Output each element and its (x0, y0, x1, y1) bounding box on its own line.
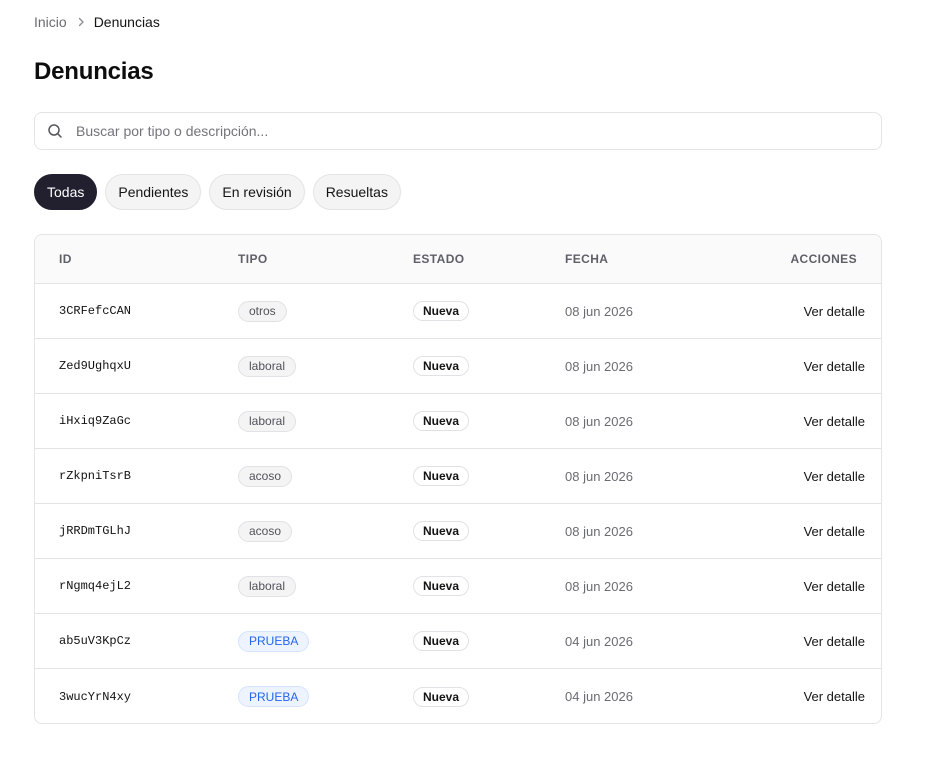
view-detail-link[interactable]: Ver detalle (804, 304, 865, 319)
row-date: 08 jun 2026 (565, 413, 633, 429)
tipo-badge: PRUEBA (238, 686, 310, 707)
breadcrumb-current: Denuncias (93, 14, 160, 30)
filter-todas[interactable]: Todas (34, 174, 98, 210)
table-row: iHxiq9ZaGc laboral Nueva 08 jun 2026 Ver… (35, 394, 881, 449)
view-detail-link[interactable]: Ver detalle (804, 469, 865, 484)
filter-en-revision[interactable]: En revisión (209, 174, 305, 210)
table-header: ID TIPO ESTADO FECHA ACCIONES (35, 235, 881, 284)
status-badge: Nueva (413, 356, 470, 376)
status-badge: Nueva (413, 301, 470, 321)
status-badge: Nueva (413, 411, 470, 431)
page-title: Denuncias (34, 58, 154, 85)
search-icon (47, 123, 63, 139)
view-detail-link[interactable]: Ver detalle (804, 634, 865, 649)
row-date: 04 jun 2026 (565, 689, 633, 704)
row-id: 3wucYrN4xy (59, 689, 132, 704)
table-row: Zed9UghqxU laboral Nueva 08 jun 2026 Ver… (35, 339, 881, 394)
chevron-right-icon (74, 15, 88, 29)
filter-pendientes[interactable]: Pendientes (105, 174, 202, 210)
search-bar (34, 112, 882, 150)
table-row: ab5uV3KpCz PRUEBA Nueva 04 jun 2026 Ver … (35, 614, 881, 669)
status-badge: Nueva (413, 521, 470, 541)
tipo-badge: laboral (238, 355, 297, 377)
row-id: rZkpniTsrB (59, 469, 132, 483)
row-id: 3CRFefcCAN (59, 304, 132, 318)
column-header-fecha: FECHA (565, 252, 609, 266)
table-row: 3CRFefcCAN otros Nueva 08 jun 2026 Ver d… (35, 284, 881, 339)
view-detail-link[interactable]: Ver detalle (804, 524, 865, 539)
row-id: iHxiq9ZaGc (59, 414, 132, 428)
column-header-id: ID (59, 252, 72, 266)
table-row: rNgmq4ejL2 laboral Nueva 08 jun 2026 Ver… (35, 559, 881, 614)
tipo-badge: PRUEBA (238, 630, 310, 652)
status-badge: Nueva (413, 686, 470, 707)
row-date: 08 jun 2026 (565, 303, 633, 319)
status-badge: Nueva (413, 466, 470, 486)
column-header-tipo: TIPO (238, 252, 268, 266)
column-header-estado: ESTADO (413, 252, 465, 266)
view-detail-link[interactable]: Ver detalle (804, 579, 865, 594)
column-header-acciones: ACCIONES (790, 252, 857, 266)
row-date: 08 jun 2026 (565, 358, 633, 374)
filter-tabs: Todas Pendientes En revisión Resueltas (34, 174, 401, 210)
breadcrumb-home-link[interactable]: Inicio (34, 14, 67, 30)
row-date: 08 jun 2026 (565, 578, 633, 594)
row-date: 08 jun 2026 (565, 468, 633, 484)
row-date: 04 jun 2026 (565, 633, 633, 649)
row-id: jRRDmTGLhJ (59, 524, 132, 538)
row-id: Zed9UghqxU (59, 359, 132, 373)
status-badge: Nueva (413, 631, 470, 651)
row-id: rNgmq4ejL2 (59, 579, 132, 593)
row-id: ab5uV3KpCz (59, 634, 132, 648)
tipo-badge: otros (238, 300, 287, 322)
view-detail-link[interactable]: Ver detalle (804, 689, 865, 704)
tipo-badge: acoso (238, 520, 293, 542)
breadcrumb: Inicio Denuncias (34, 13, 160, 31)
view-detail-link[interactable]: Ver detalle (804, 414, 865, 429)
table-row: rZkpniTsrB acoso Nueva 08 jun 2026 Ver d… (35, 449, 881, 504)
status-badge: Nueva (413, 576, 470, 596)
tipo-badge: laboral (238, 575, 297, 597)
filter-resueltas[interactable]: Resueltas (312, 174, 401, 210)
tipo-badge: acoso (238, 465, 293, 487)
complaints-table: ID TIPO ESTADO FECHA ACCIONES 3CRFefcCAN… (34, 234, 882, 724)
table-row: jRRDmTGLhJ acoso Nueva 08 jun 2026 Ver d… (35, 504, 881, 559)
search-input[interactable] (76, 123, 881, 139)
view-detail-link[interactable]: Ver detalle (804, 359, 865, 374)
tipo-badge: laboral (238, 410, 297, 432)
table-row: 3wucYrN4xy PRUEBA Nueva 04 jun 2026 Ver … (35, 669, 881, 723)
row-date: 08 jun 2026 (565, 523, 633, 539)
